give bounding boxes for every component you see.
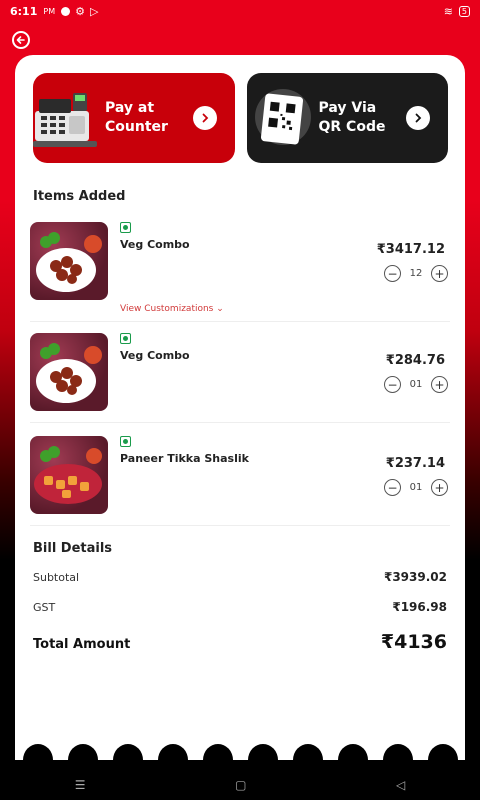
subtotal-value: ₹3939.02 bbox=[383, 570, 447, 584]
status-bar: 6:11 PM ⚙ ▷ ≋ 5 bbox=[0, 0, 480, 22]
total-amount-label: Total Amount bbox=[33, 637, 131, 652]
gst-label: GST bbox=[33, 601, 56, 614]
food-image bbox=[30, 436, 108, 514]
decrease-quantity-button[interactable]: − bbox=[384, 265, 401, 282]
back-triangle-icon[interactable]: ◁ bbox=[396, 778, 405, 792]
status-time: 6:11 bbox=[10, 4, 38, 18]
qr-code-icon bbox=[254, 89, 311, 145]
chevron-right-icon bbox=[192, 106, 217, 130]
decrease-quantity-button[interactable]: − bbox=[384, 376, 401, 393]
pay-at-counter-label: Pay at Counter bbox=[105, 100, 168, 135]
quantity-stepper: − 01 + bbox=[384, 376, 448, 393]
food-image bbox=[30, 222, 108, 300]
home-icon[interactable]: ▢ bbox=[235, 778, 246, 792]
play-store-icon: ▷ bbox=[89, 4, 99, 18]
item-price: ₹237.14 bbox=[385, 456, 445, 471]
pay-at-counter-button[interactable]: Pay at Counter bbox=[33, 73, 235, 163]
increase-quantity-button[interactable]: + bbox=[431, 265, 448, 282]
recent-apps-icon[interactable]: ☰ bbox=[75, 778, 86, 792]
item-price: ₹284.76 bbox=[385, 353, 445, 368]
total-amount-value: ₹4136 bbox=[380, 631, 447, 653]
bill-details-heading: Bill Details bbox=[33, 541, 113, 556]
chevron-right-icon bbox=[406, 106, 430, 130]
subtotal-label: Subtotal bbox=[33, 571, 80, 584]
settings-gear-icon: ⚙ bbox=[75, 4, 85, 18]
veg-indicator-icon bbox=[120, 222, 131, 233]
quantity-value: 12 bbox=[409, 268, 423, 279]
decrease-quantity-button[interactable]: − bbox=[384, 479, 401, 496]
pay-via-qr-button[interactable]: Pay Via QR Code bbox=[246, 73, 448, 163]
item-price: ₹3417.12 bbox=[376, 242, 445, 257]
gst-row: GST ₹196.98 bbox=[33, 600, 447, 614]
quantity-stepper: − 01 + bbox=[384, 479, 448, 496]
subtotal-row: Subtotal ₹3939.02 bbox=[33, 570, 447, 584]
veg-indicator-icon bbox=[120, 436, 131, 447]
back-button[interactable] bbox=[12, 31, 30, 49]
gst-value: ₹196.98 bbox=[392, 600, 447, 614]
cart-item: Paneer Tikka Shaslik ₹237.14 − 01 + bbox=[30, 436, 450, 526]
quantity-value: 01 bbox=[409, 379, 423, 390]
battery-icon: 5 bbox=[458, 5, 470, 17]
cart-item: Veg Combo ₹284.76 − 01 + bbox=[30, 333, 450, 423]
order-summary-card: Pay at Counter Pay Via QR Code Items Add… bbox=[15, 55, 465, 760]
food-image bbox=[30, 333, 108, 411]
item-name: Paneer Tikka Shaslik bbox=[120, 452, 249, 465]
items-added-heading: Items Added bbox=[33, 189, 126, 204]
status-ampm: PM bbox=[43, 6, 56, 16]
view-customizations-link[interactable]: View Customizations ⌄ bbox=[120, 304, 224, 314]
increase-quantity-button[interactable]: + bbox=[431, 376, 448, 393]
chevron-down-icon: ⌄ bbox=[216, 304, 224, 314]
app-notification-icon bbox=[61, 6, 71, 16]
system-nav-bar: ☰ ▢ ◁ bbox=[0, 770, 480, 800]
cash-register-icon bbox=[33, 93, 97, 147]
increase-quantity-button[interactable]: + bbox=[431, 479, 448, 496]
scalloped-edge bbox=[15, 738, 465, 760]
item-name: Veg Combo bbox=[120, 349, 190, 362]
pay-via-qr-label: Pay Via QR Code bbox=[318, 100, 386, 135]
total-row: Total Amount ₹4136 bbox=[33, 631, 447, 653]
wifi-icon: ≋ bbox=[443, 4, 453, 18]
item-name: Veg Combo bbox=[120, 238, 190, 251]
quantity-value: 01 bbox=[409, 482, 423, 493]
quantity-stepper: − 12 + bbox=[384, 265, 448, 282]
cart-item: Veg Combo ₹3417.12 − 12 + View Customiza… bbox=[30, 222, 450, 322]
veg-indicator-icon bbox=[120, 333, 131, 344]
payment-options: Pay at Counter Pay Via QR Code bbox=[33, 73, 448, 163]
arrow-left-icon bbox=[16, 36, 25, 44]
